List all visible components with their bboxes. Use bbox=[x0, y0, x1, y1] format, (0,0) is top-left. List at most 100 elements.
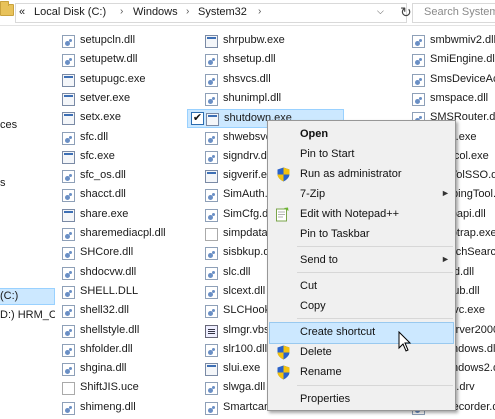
file-item[interactable]: ShiftJIS.uce bbox=[59, 379, 197, 398]
file-name: shunimpl.dll bbox=[223, 91, 282, 104]
menu-item-label: Send to bbox=[300, 254, 338, 266]
file-item[interactable]: SHELL.DLL bbox=[59, 283, 197, 302]
dll-file-icon bbox=[62, 343, 75, 357]
file-name: setupugc.exe bbox=[80, 72, 146, 85]
file-item[interactable]: shsetup.dll bbox=[202, 51, 344, 70]
menu-separator bbox=[297, 246, 453, 247]
file-item[interactable]: shacct.dll bbox=[59, 186, 197, 205]
file-name: SmiEngine.dll bbox=[430, 53, 495, 66]
file-item[interactable]: shfolder.dll bbox=[59, 341, 197, 360]
menu-item-label: Run as administrator bbox=[300, 168, 402, 180]
file-icon bbox=[62, 382, 75, 396]
file-item[interactable]: shdocvw.dll bbox=[59, 264, 197, 283]
selection-checkbox[interactable]: ✔ bbox=[191, 112, 204, 126]
menu-item-open[interactable]: Open bbox=[269, 124, 454, 146]
menu-item-label: Copy bbox=[300, 300, 326, 312]
menu-item-label: Create shortcut bbox=[300, 326, 376, 338]
dll-file-icon bbox=[205, 305, 218, 319]
breadcrumb-separator[interactable]: › bbox=[258, 6, 261, 17]
exe-file-icon bbox=[62, 112, 75, 126]
menu-item-run-as-administrator[interactable]: Run as administrator bbox=[269, 164, 454, 186]
address-dropdown-icon[interactable]: ⌵ bbox=[377, 6, 384, 17]
breadcrumb-system32[interactable]: System32 bbox=[198, 6, 247, 18]
menu-item-properties[interactable]: Properties bbox=[269, 389, 454, 411]
menu-item-pin-to-taskbar[interactable]: Pin to Taskbar bbox=[269, 224, 454, 246]
file-item[interactable]: setupugc.exe bbox=[59, 71, 197, 90]
file-name: shfolder.dll bbox=[80, 342, 133, 355]
dll-file-icon bbox=[205, 247, 218, 261]
menu-item-label: Edit with Notepad++ bbox=[300, 208, 400, 220]
breadcrumb-separator[interactable]: › bbox=[186, 6, 189, 17]
file-name: shimeng.dll bbox=[80, 400, 136, 413]
file-item[interactable]: setupcln.dll bbox=[59, 32, 197, 51]
file-name: setver.exe bbox=[80, 91, 131, 104]
overflow-chevron[interactable]: « bbox=[19, 6, 25, 18]
menu-item-create-shortcut[interactable]: Create shortcut bbox=[269, 322, 454, 344]
menu-item-send-to[interactable]: Send to ► bbox=[269, 250, 454, 272]
exe-file-icon bbox=[62, 208, 75, 222]
refresh-icon[interactable]: ↻ bbox=[400, 4, 412, 21]
file-item[interactable]: SmiEngine.dll bbox=[409, 51, 495, 70]
dll-file-icon bbox=[62, 305, 75, 319]
dll-file-icon bbox=[62, 54, 75, 68]
file-name: slr100.dll bbox=[223, 342, 268, 355]
file-item[interactable]: shimeng.dll bbox=[59, 399, 197, 418]
menu-item-edit-with-notepad[interactable]: Edit with Notepad++ bbox=[269, 204, 454, 226]
file-item[interactable]: sfc.dll bbox=[59, 129, 197, 148]
address-bar[interactable]: « Local Disk (C:) › Windows › System32 ›… bbox=[15, 3, 412, 23]
nav-item[interactable]: s bbox=[0, 177, 6, 189]
file-item[interactable]: setx.exe bbox=[59, 109, 197, 128]
menu-item-copy[interactable]: Copy bbox=[269, 296, 454, 318]
navigation-pane[interactable]: ces s (C:) D:) HRM_C bbox=[0, 26, 55, 419]
menu-item-label: Pin to Start bbox=[300, 148, 355, 160]
menu-item-delete[interactable]: Delete bbox=[269, 342, 454, 364]
menu-item-7-zip[interactable]: 7-Zip ► bbox=[269, 184, 454, 206]
search-input[interactable]: Search System32 bbox=[412, 3, 495, 23]
dll-file-icon bbox=[62, 266, 75, 280]
dll-file-icon bbox=[205, 54, 218, 68]
dll-file-icon bbox=[62, 131, 75, 145]
menu-item-label: Rename bbox=[300, 366, 342, 378]
dll-file-icon bbox=[205, 266, 218, 280]
file-item[interactable]: sfc_os.dll bbox=[59, 167, 197, 186]
menu-item-cut[interactable]: Cut bbox=[269, 276, 454, 298]
file-item[interactable]: shell32.dll bbox=[59, 302, 197, 321]
breadcrumb-separator[interactable]: › bbox=[120, 6, 123, 17]
menu-item-label: Properties bbox=[300, 393, 351, 405]
file-item[interactable]: shrpubw.exe bbox=[202, 32, 344, 51]
file-item[interactable]: smbwmiv2.dll bbox=[409, 32, 495, 51]
menu-item-label: Cut bbox=[300, 280, 318, 292]
dll-file-icon bbox=[62, 35, 75, 48]
file-item[interactable]: share.exe bbox=[59, 206, 197, 225]
exe-file-icon bbox=[205, 363, 218, 377]
file-name: shell32.dll bbox=[80, 304, 129, 317]
file-item[interactable]: shsvcs.dll bbox=[202, 71, 344, 90]
menu-item-rename[interactable]: Rename bbox=[269, 362, 454, 384]
file-item[interactable]: shellstyle.dll bbox=[59, 322, 197, 341]
file-item[interactable]: shgina.dll bbox=[59, 360, 197, 379]
file-item[interactable]: SHCore.dll bbox=[59, 244, 197, 263]
menu-item-label: Pin to Taskbar bbox=[300, 228, 370, 240]
file-item[interactable]: shunimpl.dll bbox=[202, 90, 344, 109]
script-file-icon bbox=[205, 324, 218, 338]
nav-item-local-disk[interactable]: (C:) bbox=[0, 290, 18, 302]
dll-file-icon bbox=[412, 35, 425, 48]
menu-separator bbox=[297, 272, 453, 273]
file-name: shsetup.dll bbox=[223, 53, 276, 66]
file-name: shgina.dll bbox=[80, 362, 127, 375]
dll-file-icon bbox=[62, 189, 75, 203]
breadcrumb-windows[interactable]: Windows bbox=[133, 6, 178, 18]
dll-file-icon bbox=[205, 208, 218, 222]
breadcrumb-local-disk[interactable]: Local Disk (C:) bbox=[34, 6, 106, 18]
menu-separator bbox=[297, 318, 453, 319]
file-item[interactable]: setver.exe bbox=[59, 90, 197, 109]
menu-item-pin-to-start[interactable]: Pin to Start bbox=[269, 144, 454, 166]
file-name: SHCore.dll bbox=[80, 246, 134, 259]
file-item[interactable]: setupetw.dll bbox=[59, 51, 197, 70]
file-item[interactable]: SmsDeviceAccess.dll bbox=[409, 71, 495, 90]
file-item[interactable]: sharemediacpl.dll bbox=[59, 225, 197, 244]
file-item[interactable]: sfc.exe bbox=[59, 148, 197, 167]
nav-item[interactable]: ces bbox=[0, 119, 17, 131]
nav-item-drive-d[interactable]: D:) HRM_C bbox=[0, 309, 55, 321]
file-item[interactable]: smspace.dll bbox=[409, 90, 495, 109]
